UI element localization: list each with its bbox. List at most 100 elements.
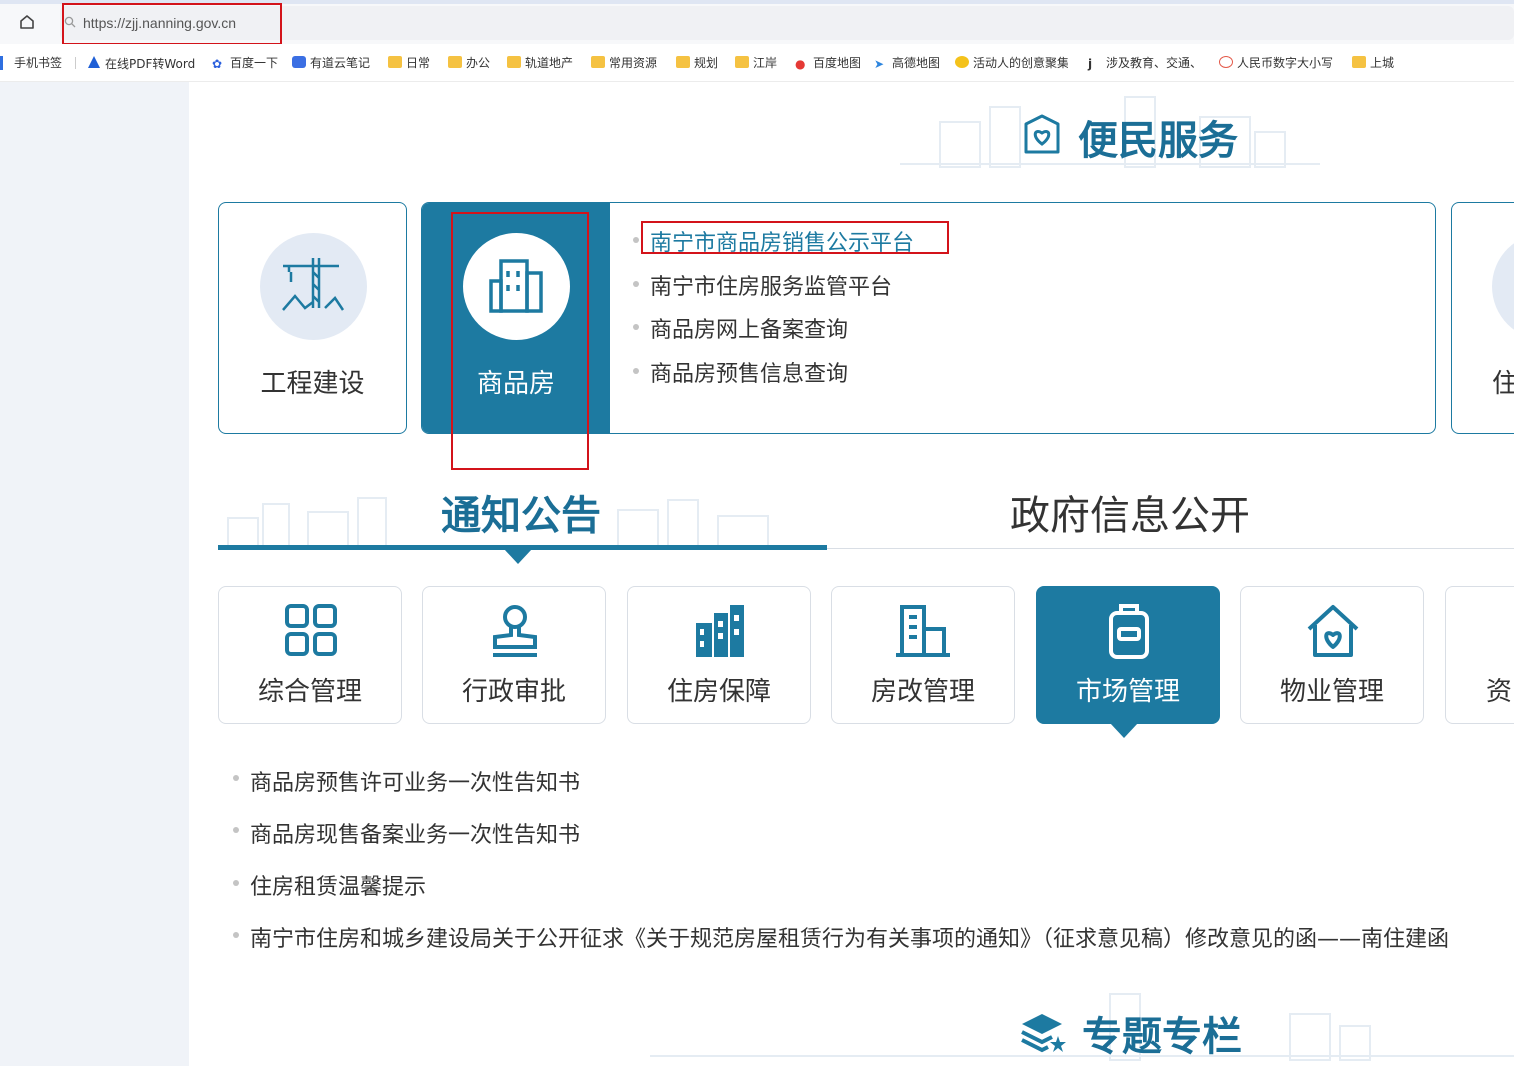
bookmark-amap[interactable]: ➤ 高德地图 xyxy=(874,55,940,71)
link-online-filing-query[interactable]: 商品房网上备案查询 xyxy=(650,312,848,344)
bookmark-pdf-word[interactable]: 在线PDF转Word xyxy=(87,55,195,71)
bookmark-label: 涉及教育、交通、 xyxy=(1106,56,1203,70)
special-topics-title: 专题专栏 xyxy=(1082,1014,1242,1060)
highlight-box-commercial-housing xyxy=(451,212,589,470)
category-pointer xyxy=(1110,723,1138,738)
crane-icon xyxy=(282,258,345,311)
link-presale-query[interactable]: 商品房预售信息查询 xyxy=(650,356,848,388)
bookmark-label: 百度地图 xyxy=(813,56,862,70)
news-item[interactable]: 南宁市住房和城乡建设局关于公开征求《关于规范房屋租赁行为有关事项的通知》（征求意… xyxy=(250,921,1514,953)
bullet-dot xyxy=(633,281,639,287)
triangle-icon xyxy=(87,55,101,68)
bookmark-label: 日常 xyxy=(406,56,431,70)
bookmark-baidu-map[interactable]: ● 百度地图 xyxy=(795,55,861,71)
services-title: 便民服务 xyxy=(1078,118,1238,164)
bullet-dot xyxy=(233,827,239,833)
folder-icon xyxy=(1352,56,1366,68)
category-admin-approval[interactable]: 行政审批 xyxy=(422,586,606,724)
bullet-dot xyxy=(233,932,239,938)
category-label: 资 xyxy=(1486,677,1513,707)
bullet-dot xyxy=(233,775,239,781)
tab-gov-info[interactable]: 政府信息公开 xyxy=(1010,483,1250,541)
service-label-construction: 工程建设 xyxy=(260,369,365,399)
category-label: 物业管理 xyxy=(1279,677,1384,707)
folder-icon xyxy=(676,56,690,68)
url-highlight-box xyxy=(62,3,282,45)
bookmark-baidu[interactable]: ✿ 百度一下 xyxy=(212,55,278,71)
category-label: 综合管理 xyxy=(257,677,362,707)
category-property-management[interactable]: 物业管理 xyxy=(1240,586,1424,724)
bookmark-rmb[interactable]: 人民币数字大小写 xyxy=(1219,55,1333,71)
category-housing-security[interactable]: 住房保障 xyxy=(627,586,811,724)
folder-icon xyxy=(591,56,605,68)
bookmark-divider xyxy=(75,57,76,69)
bee-icon xyxy=(955,56,969,68)
bookmark-label: 有道云笔记 xyxy=(310,56,371,70)
stamp-icon xyxy=(493,605,537,657)
category-label: 房改管理 xyxy=(870,677,975,707)
bookmark-label: 高德地图 xyxy=(892,56,941,70)
grid-icon xyxy=(285,604,337,656)
bookmark-label: 轨道地产 xyxy=(525,56,574,70)
bookmark-label: 办公 xyxy=(466,56,491,70)
bookmark-label: 百度一下 xyxy=(230,56,279,70)
news-item[interactable]: 住房租赁温馨提示 xyxy=(250,869,426,901)
paw-icon: ✿ xyxy=(212,57,223,71)
category-label: 行政审批 xyxy=(461,677,566,707)
bookmark-folder-jiangan[interactable]: 江岸 xyxy=(735,55,777,71)
cube-icon xyxy=(1219,56,1233,68)
bookmark-folder-planning[interactable]: 规划 xyxy=(676,55,718,71)
bookmark-folder-rail[interactable]: 轨道地产 xyxy=(507,55,573,71)
bookmark-mobile[interactable]: 手机书签 xyxy=(14,55,62,71)
house-heart-icon xyxy=(1307,605,1359,657)
category-label: 住房保障 xyxy=(666,677,771,707)
map-pin-icon: ● xyxy=(795,57,806,71)
bookmark-folder-daily[interactable]: 日常 xyxy=(388,55,430,71)
bookmark-label: 人民币数字大小写 xyxy=(1237,56,1333,70)
bookmark-folder-office[interactable]: 办公 xyxy=(448,55,490,71)
bullet-dot xyxy=(633,368,639,374)
buildings-icon xyxy=(696,605,744,657)
bullet-dot xyxy=(633,237,639,243)
category-label: 市场管理 xyxy=(1075,677,1180,707)
folder-icon xyxy=(735,56,749,68)
bookmark-label: 活动人的创意聚集 xyxy=(973,56,1068,70)
left-gutter xyxy=(0,82,189,1066)
office-building-icon xyxy=(896,605,950,657)
bullet-dot xyxy=(233,880,239,886)
bookmark-label: 常用资源 xyxy=(609,56,658,70)
layers-star-icon xyxy=(1021,1014,1066,1053)
category-housing-reform[interactable]: 房改管理 xyxy=(831,586,1015,724)
bullet-dot xyxy=(633,324,639,330)
bookmark-label: 规划 xyxy=(694,56,719,70)
bookmark-label: 在线PDF转Word xyxy=(105,57,196,71)
bookmark-folder-resources[interactable]: 常用资源 xyxy=(591,55,657,71)
bookmark-label: 上城 xyxy=(1370,56,1395,70)
link-housing-supervision[interactable]: 南宁市住房服务监管平台 xyxy=(650,269,892,301)
category-general-management[interactable]: 综合管理 xyxy=(218,586,402,724)
bookmark-label: 手机书签 xyxy=(14,56,63,70)
folder-icon xyxy=(448,56,462,68)
category-market-management[interactable]: 市场管理 xyxy=(1036,586,1220,724)
bookmark-folder-shangcheng[interactable]: 上城 xyxy=(1352,55,1394,71)
j-logo-icon: j xyxy=(1088,57,1093,71)
bookmark-creative[interactable]: 活动人的创意聚集 xyxy=(955,55,1068,71)
bookmark-accent xyxy=(0,56,3,70)
highlight-box-sales-platform xyxy=(641,221,949,254)
bookmark-youdao[interactable]: 有道云笔记 xyxy=(292,55,370,71)
service-label-housing: 住 xyxy=(1492,369,1514,399)
folder-icon xyxy=(388,56,402,68)
bookmark-education[interactable]: j 涉及教育、交通、 xyxy=(1088,55,1206,71)
bookmark-label: 江岸 xyxy=(753,56,778,70)
tab-notices[interactable]: 通知公告 xyxy=(441,483,601,541)
news-item[interactable]: 商品房预售许可业务一次性告知书 xyxy=(250,765,580,797)
news-item[interactable]: 商品房现售备案业务一次性告知书 xyxy=(250,817,580,849)
tab-pointer xyxy=(504,549,532,564)
folder-icon xyxy=(507,56,521,68)
service-heart-icon xyxy=(1024,114,1060,154)
send-arrow-icon: ➤ xyxy=(874,57,885,71)
home-icon[interactable] xyxy=(14,13,40,37)
note-icon xyxy=(292,56,306,68)
category-resources[interactable]: 资 xyxy=(1445,586,1514,724)
briefcase-icon xyxy=(1109,604,1149,659)
